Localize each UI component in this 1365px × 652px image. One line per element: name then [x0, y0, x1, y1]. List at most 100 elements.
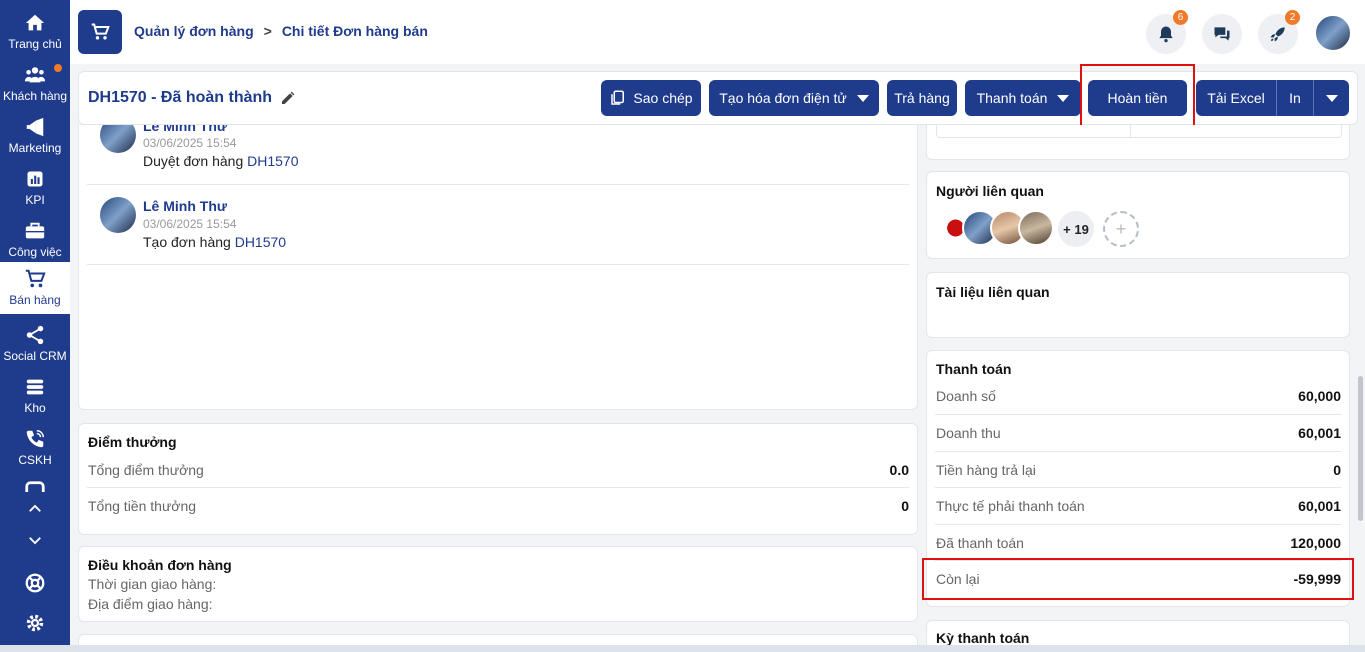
breadcrumb-parent-link[interactable]: Quản lý đơn hàng: [134, 23, 254, 39]
order-terms-panel: Điều khoản đơn hàng Thời gian giao hàng:…: [78, 546, 918, 622]
refund-button[interactable]: Hoàn tiền: [1088, 80, 1187, 116]
sidebar-item-sales[interactable]: Bán hàng: [0, 262, 70, 314]
print-options-dropdown[interactable]: [1314, 94, 1349, 102]
row-value: 60,001: [1298, 498, 1341, 514]
return-button-label: Trả hàng: [894, 90, 950, 106]
sidebar-item-marketing[interactable]: Marketing: [0, 110, 70, 162]
row-value: 0: [901, 498, 909, 514]
add-person-button[interactable]: +: [1103, 211, 1139, 247]
info-box: [936, 125, 1342, 138]
scroll-down-button[interactable]: [0, 531, 70, 549]
copy-button[interactable]: Sao chép: [601, 80, 701, 116]
activity-panel: Lê Minh Thư 03/06/2025 15:54 Duyệt đơn h…: [78, 125, 918, 410]
payment-button-label: Thanh toán: [976, 90, 1048, 106]
divider: [87, 487, 909, 488]
copy-icon: [611, 90, 625, 105]
download-excel-button[interactable]: Tải Excel: [1196, 90, 1276, 106]
sidebar-item-label: Bán hàng: [9, 293, 61, 307]
chat-button[interactable]: [1202, 14, 1242, 54]
activity-text: Duyệt đơn hàng DH1570: [143, 153, 299, 169]
sidebar-item-home[interactable]: Trang chủ: [0, 6, 70, 58]
row-value: -59,999: [1293, 571, 1341, 587]
notifications-button[interactable]: 6: [1146, 10, 1188, 54]
avatar: [100, 125, 136, 153]
top-right-panel: [926, 125, 1350, 160]
settings-button[interactable]: [0, 612, 70, 634]
delivery-time: Thời gian giao hàng:: [88, 576, 217, 592]
reward-points-panel: Điểm thưởng Tổng điểm thưởng 0.0 Tổng ti…: [78, 423, 918, 535]
sidebar-item-partial[interactable]: [0, 480, 70, 492]
row-label: Tổng điểm thưởng: [88, 462, 204, 478]
chat-icon: [1214, 27, 1230, 41]
avatar[interactable]: [1018, 210, 1054, 246]
home-icon: [24, 12, 46, 34]
return-goods-button[interactable]: Trả hàng: [887, 80, 957, 116]
row-value: 60,001: [1298, 425, 1341, 441]
sidebar-item-social-crm[interactable]: Social CRM: [0, 318, 70, 370]
order-title: DH1570 - Đã hoàn thành: [88, 89, 296, 107]
divider: [935, 560, 1341, 561]
activity-user-name[interactable]: Lê Minh Thư: [143, 125, 227, 134]
section-title: Điểm thưởng: [88, 434, 177, 450]
activity-action: Duyệt đơn hàng: [143, 153, 248, 169]
user-avatar[interactable]: [1314, 14, 1352, 52]
sidebar-item-customers[interactable]: Khách hàng: [0, 58, 70, 110]
cart-icon: [24, 268, 46, 290]
support-button[interactable]: [0, 572, 70, 594]
rocket-badge: 2: [1285, 10, 1300, 25]
row-value: 0.0: [889, 462, 909, 478]
sidebar-item-label: Trang chủ: [8, 37, 62, 51]
share-icon: [24, 324, 46, 346]
scroll-up-button[interactable]: [0, 500, 70, 518]
pencil-icon[interactable]: [280, 90, 296, 106]
page-scrollbar[interactable]: [1358, 376, 1363, 521]
sidebar-item-label: Công việc: [8, 245, 62, 259]
divider: [87, 264, 909, 265]
megaphone-icon: [24, 116, 46, 138]
section-title: Kỳ thanh toán: [936, 630, 1030, 646]
breadcrumb: Quản lý đơn hàng > Chi tiết Đơn hàng bán: [134, 23, 428, 39]
row-value: 120,000: [1290, 535, 1341, 551]
row-label: Tiền hàng trả lại: [936, 462, 1036, 478]
sidebar-item-label: Marketing: [8, 141, 62, 155]
create-einvoice-button[interactable]: Tạo hóa đơn điện tử: [709, 80, 879, 116]
chevron-up-icon: [29, 504, 41, 512]
caret-down-icon: [856, 94, 869, 102]
lifebuoy-icon: [25, 573, 45, 593]
top-header: Quản lý đơn hàng > Chi tiết Đơn hàng bán…: [70, 0, 1365, 64]
breadcrumb-current: Chi tiết Đơn hàng bán: [281, 23, 428, 39]
breadcrumb-separator: >: [263, 23, 272, 39]
notification-dot: [54, 64, 62, 72]
sidebar-item-cskh[interactable]: CSKH: [0, 422, 70, 474]
payment-button[interactable]: Thanh toán: [965, 80, 1081, 116]
print-button[interactable]: In: [1277, 90, 1313, 106]
notification-badge: 6: [1173, 10, 1188, 25]
section-title: Điều khoản đơn hàng: [88, 557, 232, 573]
cart-icon: [91, 23, 110, 40]
sidebar-item-warehouse[interactable]: Kho: [0, 370, 70, 422]
sidebar-item-kpi[interactable]: KPI: [0, 162, 70, 214]
activity-user-name[interactable]: Lê Minh Thư: [143, 198, 227, 214]
chart-icon: [24, 168, 46, 190]
stack-icon: [24, 376, 46, 398]
divider: [935, 524, 1341, 525]
caret-down-icon: [1325, 94, 1338, 102]
sidebar-item-label: KPI: [25, 193, 45, 207]
sidebar-item-tasks[interactable]: Công việc: [0, 214, 70, 266]
sidebar-item-label: Kho: [24, 401, 46, 415]
order-link[interactable]: DH1570: [235, 234, 286, 250]
divider: [935, 414, 1341, 415]
order-title-text: DH1570 - Đã hoàn thành: [88, 89, 273, 106]
more-people-count[interactable]: + 19: [1058, 211, 1094, 247]
payment-summary-panel: Thanh toán Doanh số 60,000 Doanh thu 60,…: [926, 350, 1350, 607]
row-label: Doanh số: [936, 388, 996, 404]
module-cart-button[interactable]: [78, 10, 122, 54]
row-label: Đã thanh toán: [936, 535, 1024, 551]
order-link[interactable]: DH1570: [247, 153, 298, 169]
einvoice-button-label: Tạo hóa đơn điện tử: [719, 90, 847, 106]
copy-button-label: Sao chép: [633, 90, 693, 106]
activity-action: Tạo đơn hàng: [143, 234, 235, 250]
divider: [935, 451, 1341, 452]
sidebar: Trang chủ Khách hàng Marketing KPI Công …: [0, 0, 70, 645]
rocket-button[interactable]: 2: [1258, 10, 1300, 54]
